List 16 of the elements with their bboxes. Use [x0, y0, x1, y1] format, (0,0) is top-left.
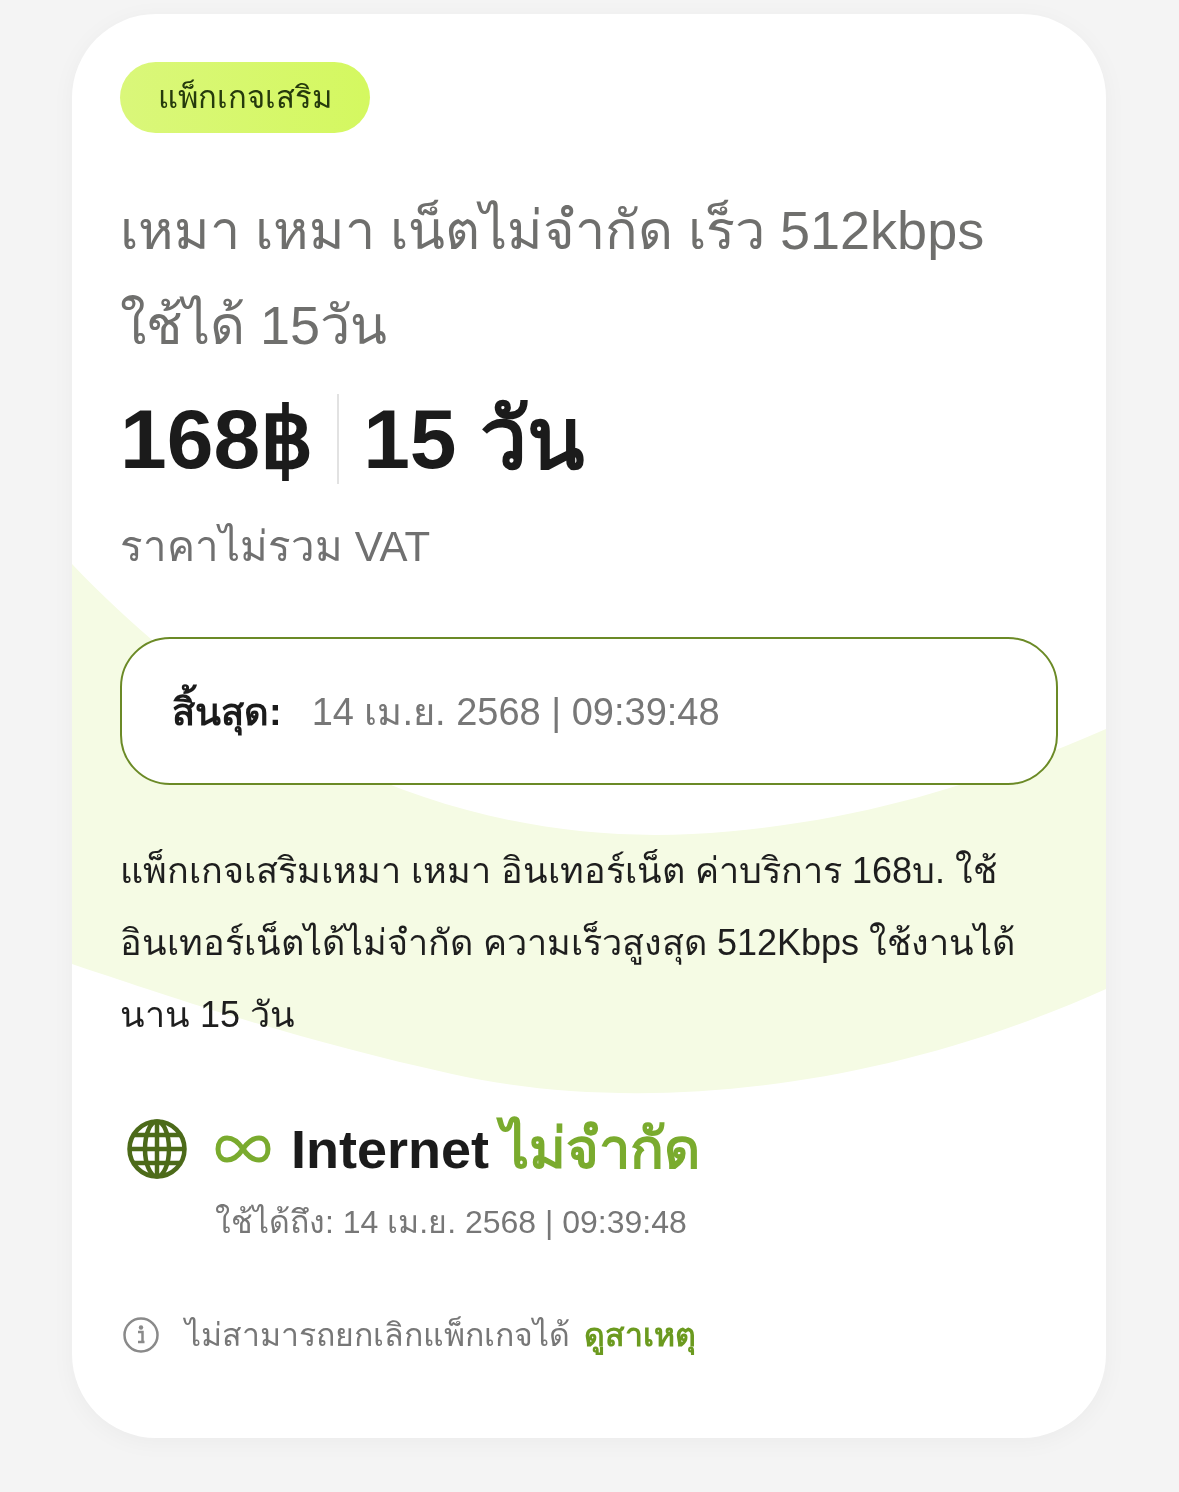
- duration: 15 วัน: [363, 393, 584, 485]
- price: 168฿: [120, 393, 314, 485]
- quota-name: Internet: [291, 1118, 490, 1181]
- quota-valid-until: ใช้ได้ถึง: 14 เม.ย. 2568 | 09:39:48: [215, 1203, 688, 1242]
- cancel-notice: ไม่สามารถยกเลิกแพ็กเกจได้: [185, 1315, 570, 1355]
- quota-amount: ไม่จำกัด: [495, 1107, 707, 1191]
- package-title: เหมา เหมา เน็ตไม่จำกัด เร็ว 512kbps ใช้ได้ 15วัน: [120, 198, 986, 357]
- vat-note: ราคาไม่รวม VAT: [120, 522, 431, 572]
- infinity-icon: [215, 1135, 271, 1163]
- package-type-badge: แพ็กเกจเสริม: [120, 62, 370, 133]
- info-icon: [123, 1316, 159, 1353]
- see-reason-link[interactable]: ดูสาเหตุ: [584, 1309, 696, 1360]
- expiry-date: 14 เม.ย. 2568 | 09:39:48: [311, 689, 720, 735]
- package-description: แพ็กเกจเสริมเหมา เหมา อินเทอร์เน็ต ค่าบริการ 168บ. ใช้อินเทอร์เน็ตได้ไม่จำกัด ความเร็วสูงสุด 512Kbps ใช้งานได้นาน 15 วัน: [120, 848, 1017, 1037]
- globe-icon: [127, 1119, 187, 1179]
- expiry-label: สิ้นสุด:: [172, 680, 282, 742]
